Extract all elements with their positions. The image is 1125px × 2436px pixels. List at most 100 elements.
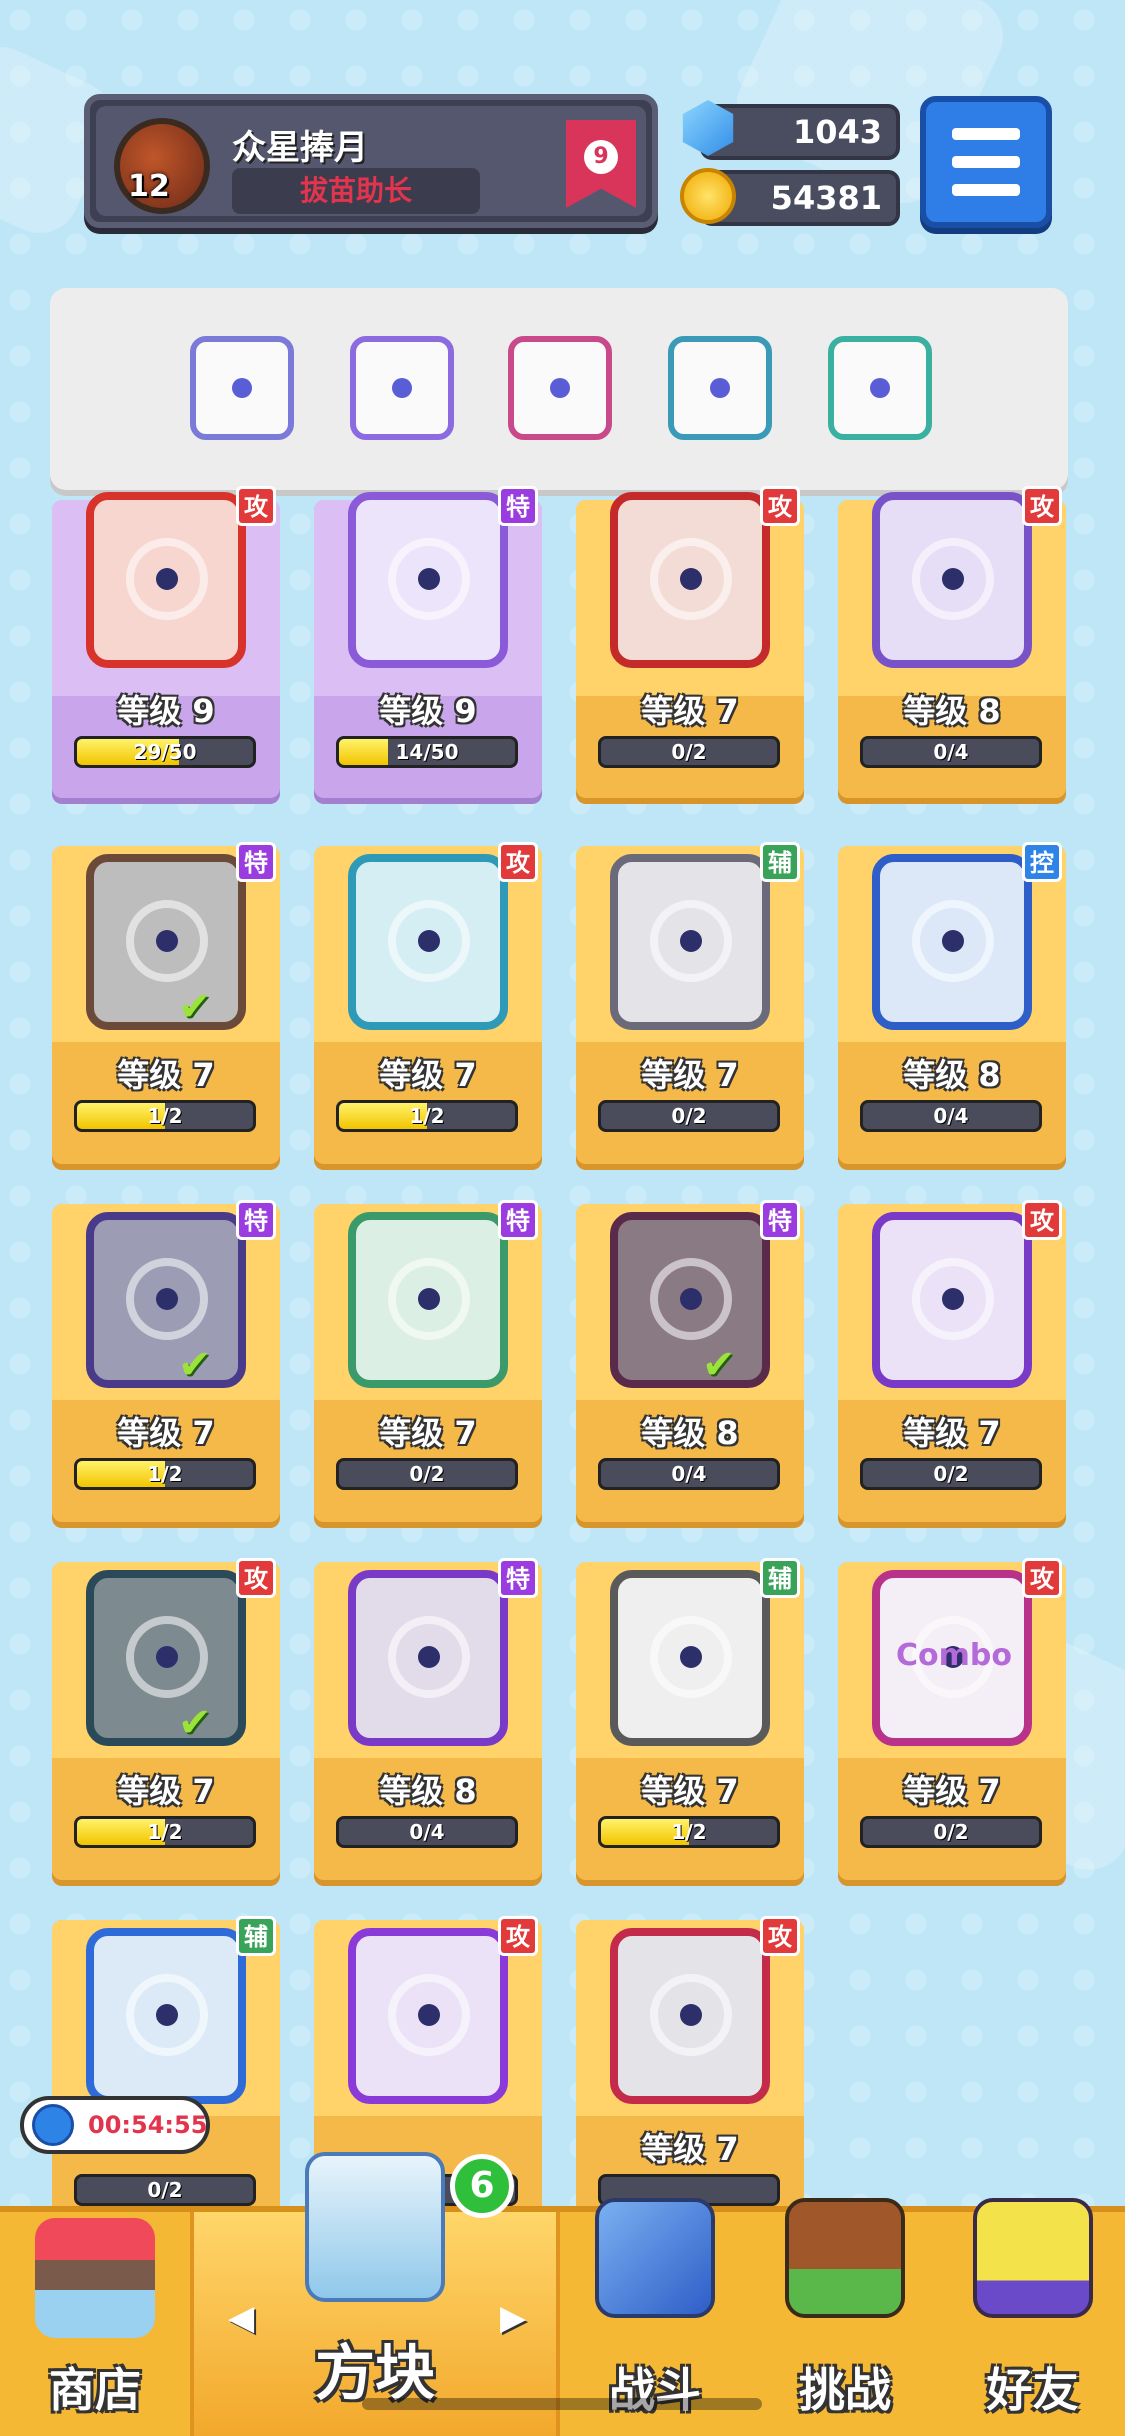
player-avatar[interactable]: 12 [114, 118, 210, 214]
progress-text: 1/2 [147, 1104, 183, 1128]
block-core-icon [156, 1288, 178, 1310]
sword-icon[interactable] [508, 336, 612, 440]
upgrade-progress-bar: 1/2 [598, 1816, 780, 1848]
block-type-tag: 辅 [760, 1558, 800, 1598]
block-core-icon [680, 568, 702, 590]
block-core-icon [418, 2004, 440, 2026]
block-card[interactable]: 攻等级 8 0/4 [838, 486, 1066, 798]
player-profile-panel[interactable]: 12 众星捧月 拔苗助长 9 [84, 94, 658, 228]
nav-challenge[interactable]: 挑战 [750, 2198, 940, 2436]
block-type-tag: 攻 [236, 1558, 276, 1598]
block-type-tag: 攻 [1022, 1200, 1062, 1240]
block-skill-icon [872, 854, 1032, 1030]
upgrade-progress-bar: 0/2 [74, 2174, 256, 2206]
block-core-icon [680, 930, 702, 952]
block-card[interactable]: ✔ 特等级 8 0/4 [576, 1200, 804, 1522]
progress-text: 1/2 [147, 1820, 183, 1844]
block-card[interactable]: 特等级 7 0/2 [314, 1200, 542, 1522]
block-type-tag: 控 [1022, 842, 1062, 882]
block-level-label: 等级 9 [379, 692, 477, 730]
block-level-label: 等级 8 [641, 1414, 739, 1452]
block-type-tag: 特 [236, 1200, 276, 1240]
rank-number: 9 [584, 140, 618, 174]
signboard-icon [785, 2198, 905, 2318]
block-card[interactable]: ✔ 特等级 7 1/2 [52, 842, 280, 1164]
block-core-icon [418, 1646, 440, 1668]
equipped-check-icon: ✔ [178, 984, 212, 1030]
block-card[interactable]: 攻等级 7 0/2 [576, 486, 804, 798]
block-type-tag: 攻 [498, 842, 538, 882]
upgrade-progress-bar: 0/2 [860, 1458, 1042, 1490]
menu-button[interactable] [920, 96, 1052, 228]
arrows-up-icon[interactable] [350, 336, 454, 440]
player-name: 众星捧月 [232, 128, 368, 168]
block-card[interactable]: Combo 攻等级 7 0/2 [838, 1558, 1066, 1880]
nav-challenge-label: 挑战 [799, 2363, 891, 2417]
block-core-icon [418, 1288, 440, 1310]
block-card[interactable]: 攻等级 7 [576, 1916, 804, 2238]
stopwatch-icon [32, 2104, 74, 2146]
block-level-label: 等级 8 [379, 1772, 477, 1810]
player-title: 拔苗助长 [232, 168, 480, 214]
block-card[interactable]: 攻等级 7 0/2 [838, 1200, 1066, 1522]
progress-text: 29/50 [133, 740, 197, 764]
vortex-icon[interactable] [668, 336, 772, 440]
upgrade-progress-bar: 0/4 [336, 1816, 518, 1848]
nav-shop-label: 商店 [49, 2363, 141, 2417]
infinity-icon[interactable] [190, 336, 294, 440]
block-core-icon [232, 378, 252, 398]
equipped-check-icon: ✔ [178, 1342, 212, 1388]
block-card[interactable]: 辅 0/2 [52, 1916, 280, 2238]
block-card[interactable]: ✔ 攻等级 7 1/2 [52, 1558, 280, 1880]
nav-shop[interactable]: 商店 [0, 2212, 190, 2436]
upgrade-progress-bar: 0/4 [860, 1100, 1042, 1132]
block-core-icon [680, 1646, 702, 1668]
progress-text: 0/2 [671, 1104, 707, 1128]
block-skill-icon [86, 1928, 246, 2104]
profile-inner: 12 众星捧月 拔苗助长 9 [96, 106, 646, 216]
block-card[interactable]: 辅等级 7 0/2 [576, 842, 804, 1164]
upgrade-progress-bar: 0/2 [598, 736, 780, 768]
upgrade-progress-bar: 0/2 [860, 1816, 1042, 1848]
block-card[interactable]: 特等级 8 0/4 [314, 1558, 542, 1880]
progress-text: 1/2 [147, 1462, 183, 1486]
menu-line-icon [952, 128, 1020, 140]
block-card[interactable]: 特等级 9 14/50 [314, 486, 542, 798]
block-core-icon [156, 1646, 178, 1668]
block-level-label: 等级 7 [641, 692, 739, 730]
block-type-tag: 特 [236, 842, 276, 882]
block-skill-icon [610, 1928, 770, 2104]
block-level-label: 等级 7 [641, 2130, 739, 2168]
progress-text: 0/2 [409, 1462, 445, 1486]
block-card[interactable]: 控等级 8 0/4 [838, 842, 1066, 1164]
progress-text: 1/2 [671, 1820, 707, 1844]
block-card[interactable]: 攻等级 7 1/2 [314, 842, 542, 1164]
block-skill-icon [610, 854, 770, 1030]
progress-text: 0/4 [933, 740, 969, 764]
block-skill-icon [872, 1212, 1032, 1388]
upgrade-progress-bar: 1/2 [336, 1100, 518, 1132]
block-core-icon [942, 930, 964, 952]
block-card[interactable]: ✔ 特等级 7 1/2 [52, 1200, 280, 1522]
nav-friends-label: 好友 [986, 2363, 1079, 2417]
upgrade-progress-bar: 14/50 [336, 736, 518, 768]
upgrade-progress-bar: 1/2 [74, 1458, 256, 1490]
progress-text: 0/4 [409, 1820, 445, 1844]
block-skill-icon [86, 854, 246, 1030]
block-skill-icon [610, 1212, 770, 1388]
block-level-label: 等级 7 [117, 1772, 215, 1810]
block-type-tag: 攻 [760, 486, 800, 526]
block-card[interactable]: 攻等级 9 29/50 [52, 486, 280, 798]
block-level-label: 等级 7 [379, 1056, 477, 1094]
upgrade-progress-bar: 0/2 [336, 1458, 518, 1490]
block-card[interactable]: 辅等级 7 1/2 [576, 1558, 804, 1880]
block-level-label: 等级 7 [903, 1414, 1001, 1452]
progress-text: 0/4 [933, 1104, 969, 1128]
progress-text: 0/2 [147, 2178, 183, 2202]
block-core-icon [156, 568, 178, 590]
block-core-icon [550, 378, 570, 398]
block-core-icon [156, 2004, 178, 2026]
block-skill-icon [348, 1570, 508, 1746]
nav-friends[interactable]: 好友 [940, 2198, 1125, 2436]
hands-orb-icon[interactable] [828, 336, 932, 440]
